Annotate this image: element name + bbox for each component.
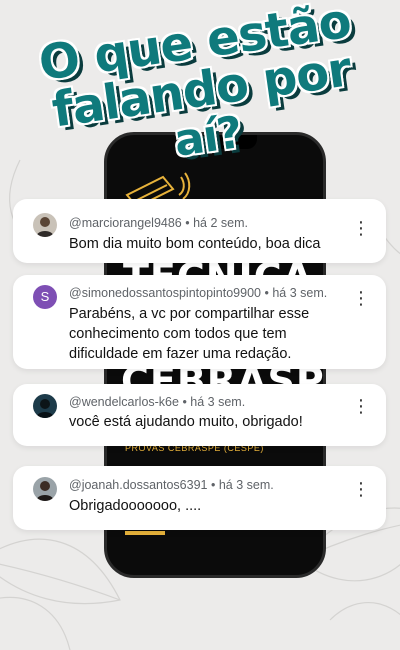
- comment-card: @wendelcarlos-k6e • há 3 sem. você está …: [13, 384, 386, 446]
- comment-card: @joanah.dossantos6391 • há 3 sem. Obriga…: [13, 466, 386, 530]
- comment-time[interactable]: há 3 sem.: [272, 286, 327, 300]
- comment-card: @marciorangel9486 • há 2 sem. Bom dia mu…: [13, 199, 386, 263]
- comment-time[interactable]: há 3 sem.: [219, 478, 274, 492]
- more-vert-icon[interactable]: ⋮: [352, 397, 370, 415]
- more-vert-icon[interactable]: ⋮: [352, 219, 370, 237]
- more-vert-icon[interactable]: ⋮: [352, 289, 370, 307]
- comment-author[interactable]: @wendelcarlos-k6e: [69, 395, 179, 409]
- meta-separator: •: [207, 478, 219, 492]
- comment-text: você está ajudando muito, obrigado!: [69, 414, 303, 430]
- comment-card: S @simonedossantospintopinto9900 • há 3 …: [13, 275, 386, 369]
- user-photo-icon: [33, 213, 57, 237]
- user-photo-icon: [33, 394, 57, 418]
- comment-text: Bom dia muito bom conteúdo, boa dica: [69, 236, 321, 252]
- comment-text: Obrigadooooooo, ....: [69, 498, 202, 514]
- user-photo-icon: [33, 477, 57, 501]
- meta-separator: •: [181, 216, 194, 230]
- phone-accent-bar: [125, 531, 165, 535]
- avatar[interactable]: [33, 213, 57, 237]
- comment-author[interactable]: @simonedossantospintopinto9900: [69, 286, 261, 300]
- avatar[interactable]: [33, 394, 57, 418]
- meta-separator: •: [261, 286, 273, 300]
- comment-time[interactable]: há 2 sem.: [193, 216, 248, 230]
- avatar[interactable]: S: [33, 285, 57, 309]
- comment-time[interactable]: há 3 sem.: [190, 395, 245, 409]
- more-vert-icon[interactable]: ⋮: [352, 480, 370, 498]
- comment-author[interactable]: @marciorangel9486: [69, 216, 182, 230]
- avatar[interactable]: [33, 477, 57, 501]
- comment-author[interactable]: @joanah.dossantos6391: [69, 478, 208, 492]
- meta-separator: •: [178, 395, 191, 409]
- comment-text: Parabéns, a vc por compartilhar esse con…: [69, 306, 310, 362]
